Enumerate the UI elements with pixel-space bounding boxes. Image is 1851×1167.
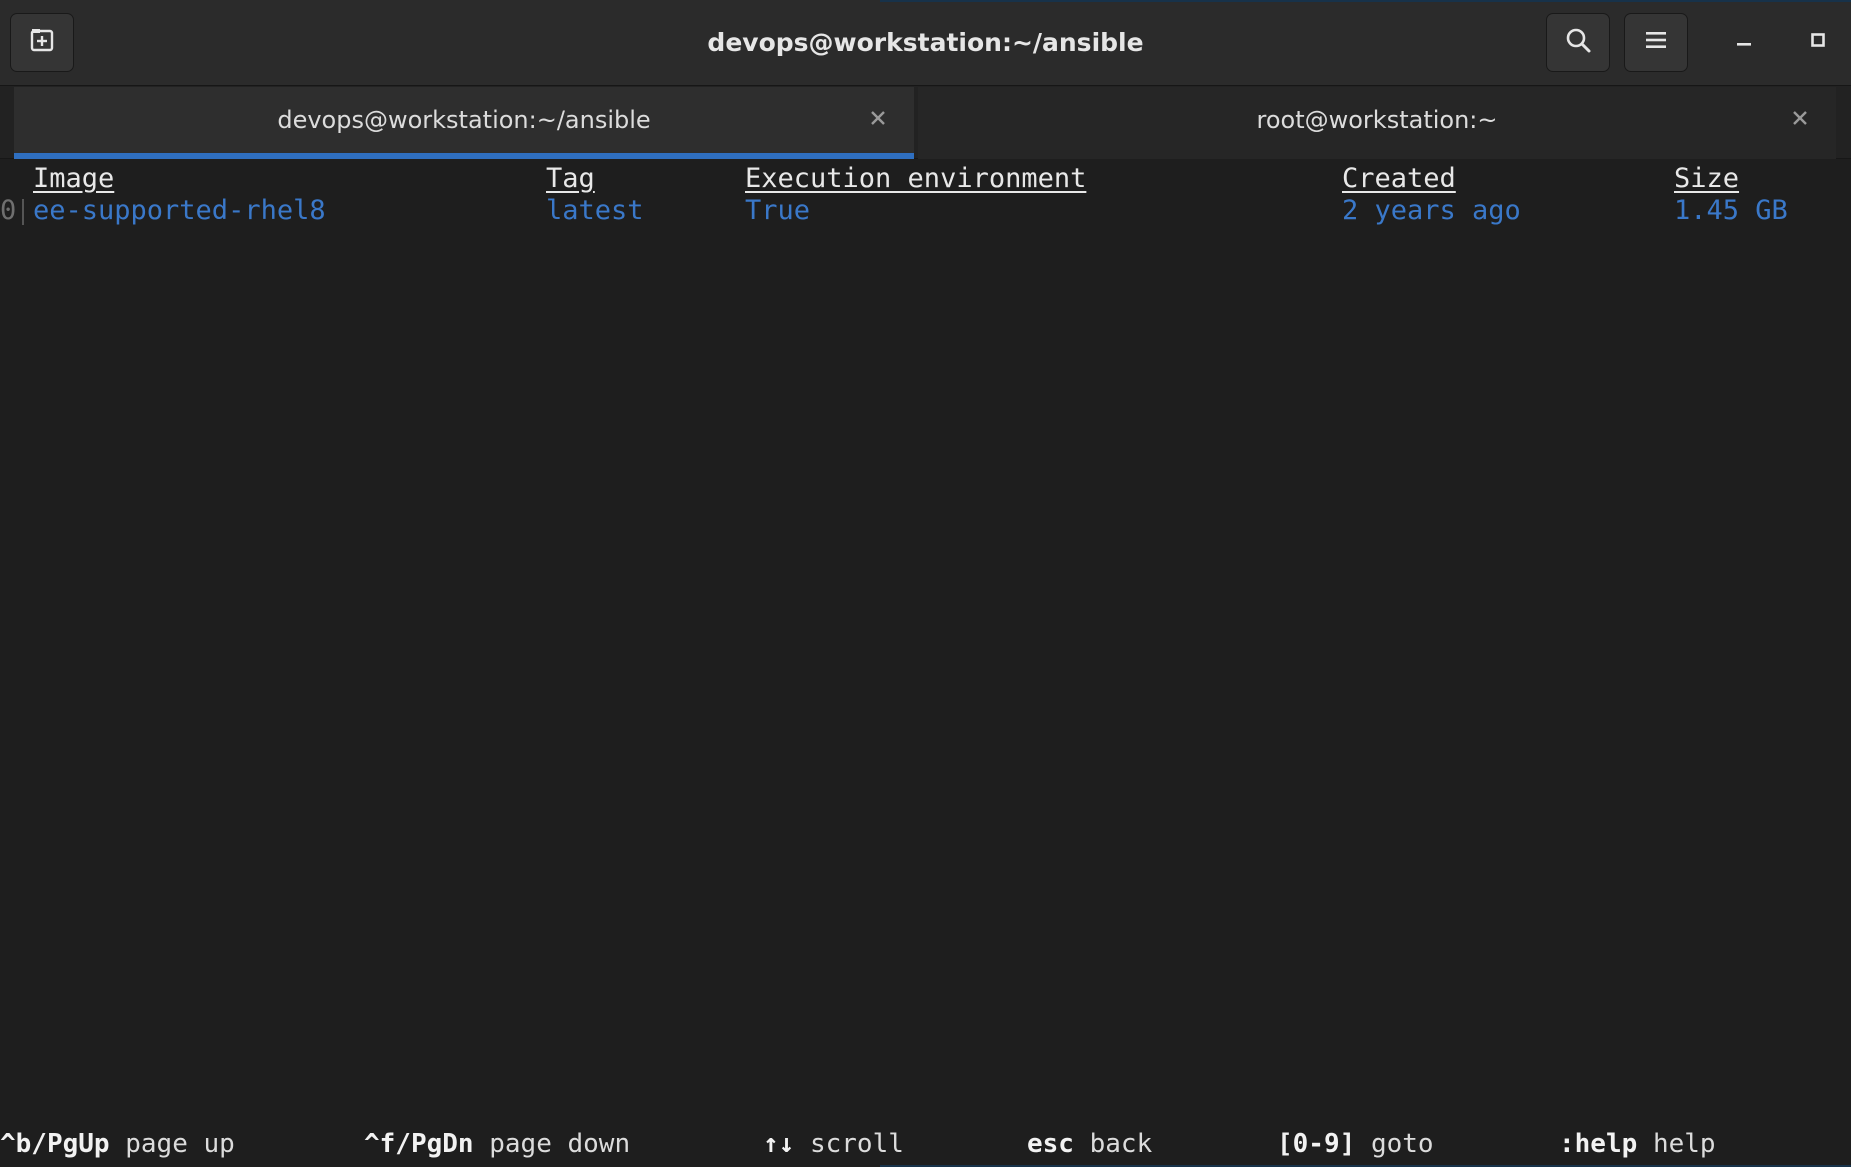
key-action: page down	[489, 1129, 631, 1159]
column-header-tag: Tag	[546, 163, 595, 194]
key-label: ^f/PgDn	[364, 1129, 474, 1159]
minimize-button[interactable]	[1716, 13, 1772, 72]
key-action: page up	[125, 1129, 235, 1159]
key-hint-back: esc back	[1027, 1126, 1152, 1162]
key-action: back	[1089, 1129, 1153, 1159]
key-label: :help	[1559, 1129, 1638, 1159]
cell-tag: latest	[546, 195, 644, 226]
tab-devops-ansible[interactable]: devops@workstation:~/ansible	[14, 87, 914, 159]
key-label: ^b/PgUp	[0, 1129, 110, 1159]
terminal-window: devops@workstation:~/ansible devops@work…	[0, 0, 1851, 1167]
search-button[interactable]	[1546, 13, 1610, 72]
key-action: scroll	[809, 1129, 904, 1159]
key-hints-bar: ^b/PgUp page up ^f/PgDn page down ↑↓ scr…	[0, 1126, 1851, 1162]
key-action: goto	[1370, 1129, 1434, 1159]
tab-bar: devops@workstation:~/ansible root@workst…	[0, 86, 1851, 159]
minimize-icon	[1734, 30, 1754, 55]
key-hint-page-down: ^f/PgDn page down	[364, 1126, 630, 1162]
close-icon	[1791, 109, 1809, 132]
key-hint-goto: [0-9] goto	[1277, 1126, 1434, 1162]
hamburger-menu-icon	[1644, 28, 1668, 57]
header-accent-line	[880, 0, 1851, 2]
column-header-image: Image	[33, 163, 115, 194]
cell-image: ee-supported-rhel8	[33, 195, 326, 226]
key-hint-page-up: ^b/PgUp page up	[0, 1126, 235, 1162]
key-label: [0-9]	[1277, 1129, 1356, 1159]
key-hint-scroll: ↑↓ scroll	[763, 1126, 904, 1162]
key-action: help	[1652, 1129, 1716, 1159]
tab-close-button[interactable]	[862, 104, 894, 136]
key-hint-help: :help help	[1559, 1126, 1716, 1162]
search-icon	[1564, 26, 1592, 59]
key-label: ↑↓	[763, 1129, 795, 1159]
main-menu-button[interactable]	[1624, 13, 1688, 72]
row-index: 0	[0, 195, 17, 226]
column-header-execution-environment: Execution environment	[745, 163, 1087, 194]
maximize-button[interactable]	[1790, 13, 1846, 72]
column-header-created: Created	[1342, 163, 1456, 194]
tab-label: root@workstation:~	[1256, 106, 1498, 134]
cell-execution-environment: True	[745, 195, 811, 226]
row-index-separator	[22, 199, 24, 225]
tab-label: devops@workstation:~/ansible	[277, 106, 651, 134]
new-tab-icon	[28, 26, 56, 59]
key-label: esc	[1027, 1129, 1074, 1159]
maximize-icon	[1808, 30, 1828, 55]
terminal-output[interactable]: Image Tag Execution environment Created …	[0, 159, 1851, 1167]
close-icon	[869, 109, 887, 132]
cell-created: 2 years ago	[1342, 195, 1521, 226]
header-bar: devops@workstation:~/ansible	[0, 0, 1851, 86]
new-tab-button[interactable]	[10, 13, 74, 72]
tab-close-button[interactable]	[1784, 104, 1816, 136]
tab-root[interactable]: root@workstation:~	[918, 87, 1836, 159]
column-header-size: Size	[1674, 163, 1740, 194]
cell-size: 1.45 GB	[1674, 195, 1788, 226]
